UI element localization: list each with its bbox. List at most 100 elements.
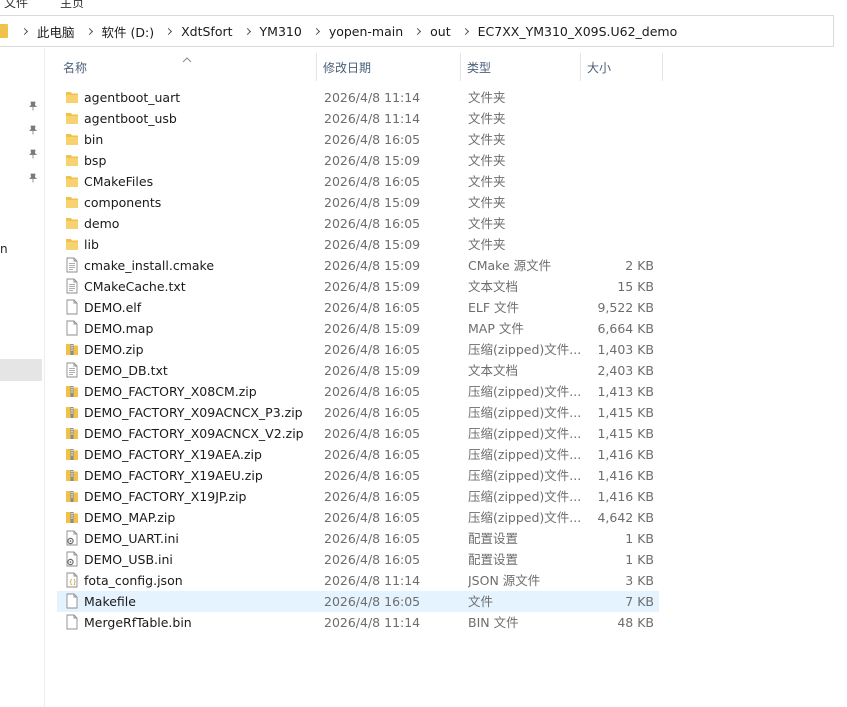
file-date: 2026/4/8 16:05 bbox=[324, 132, 421, 147]
zip-icon bbox=[65, 446, 79, 462]
file-type: 压缩(zipped)文件... bbox=[468, 342, 582, 357]
file-size: 2,403 KB bbox=[597, 363, 654, 378]
file-row[interactable]: MergeRfTable.bin 2026/4/8 11:14 BIN 文件 48 K… bbox=[57, 612, 659, 633]
file-size: 4,642 KB bbox=[597, 510, 654, 525]
file-list: agentboot_uart 2026/4/8 11:14 文件夹 agentboot… bbox=[57, 87, 659, 633]
column-type[interactable]: 类型 bbox=[461, 53, 581, 81]
file-row[interactable]: lib 2026/4/8 15:09 文件夹 bbox=[57, 234, 659, 255]
breadcrumb-item[interactable]: out bbox=[430, 24, 450, 39]
file-type: 文件夹 bbox=[468, 216, 506, 231]
file-row[interactable]: bin 2026/4/8 16:05 文件夹 bbox=[57, 129, 659, 150]
ribbon-tabs-cutoff: 文件 主页 bbox=[0, 0, 847, 8]
breadcrumb-item[interactable]: EC7XX_YM310_X09S.U62_demo bbox=[478, 24, 678, 39]
breadcrumb-item[interactable]: YM310 bbox=[260, 24, 302, 39]
column-date[interactable]: 修改日期 bbox=[317, 53, 461, 81]
file-row[interactable]: DEMO_FACTORY_X09ACNCX_P3.zip 2026/4/8 16:… bbox=[57, 402, 659, 423]
file-name: Makefile bbox=[84, 594, 136, 609]
file-row[interactable]: DEMO_DB.txt 2026/4/8 15:09 文本文档 2,403 KB bbox=[57, 360, 659, 381]
file-row[interactable]: DEMO.elf 2026/4/8 16:05 ELF 文件 9,522 KB bbox=[57, 297, 659, 318]
file-name: bin bbox=[84, 132, 104, 147]
file-size: 7 KB bbox=[625, 594, 654, 609]
file-date: 2026/4/8 15:09 bbox=[324, 363, 421, 378]
chevron-right-icon[interactable] bbox=[165, 27, 173, 35]
file-size: 9,522 KB bbox=[597, 300, 654, 315]
pin-icon[interactable] bbox=[28, 149, 38, 159]
folder-icon bbox=[65, 152, 79, 168]
ribbon-tab-file[interactable]: 文件 bbox=[4, 0, 28, 8]
blank-file-icon bbox=[65, 320, 79, 336]
breadcrumb-item[interactable]: 软件 (D:) bbox=[102, 22, 155, 41]
chevron-right-icon[interactable] bbox=[243, 27, 251, 35]
file-type: 文件夹 bbox=[468, 90, 506, 105]
file-type: 文件夹 bbox=[468, 174, 506, 189]
file-type: 压缩(zipped)文件... bbox=[468, 405, 582, 420]
ribbon-tab-home[interactable]: 主页 bbox=[60, 0, 84, 8]
file-row[interactable]: DEMO_MAP.zip 2026/4/8 16:05 压缩(zipped)文件..… bbox=[57, 507, 659, 528]
pin-icon[interactable] bbox=[28, 101, 38, 111]
breadcrumb-item[interactable]: 此电脑 bbox=[37, 22, 75, 41]
file-name: DEMO_UART.ini bbox=[84, 531, 179, 546]
file-row[interactable]: bsp 2026/4/8 15:09 文件夹 bbox=[57, 150, 659, 171]
file-name: DEMO_DB.txt bbox=[84, 363, 168, 378]
file-row[interactable]: components 2026/4/8 15:09 文件夹 bbox=[57, 192, 659, 213]
blank-file-icon bbox=[65, 593, 79, 609]
file-size: 1,413 KB bbox=[597, 384, 654, 399]
folder-icon bbox=[65, 236, 79, 252]
file-size bbox=[582, 108, 654, 129]
file-type: ELF 文件 bbox=[468, 300, 520, 315]
file-row[interactable]: demo 2026/4/8 16:05 文件夹 bbox=[57, 213, 659, 234]
file-size: 1,415 KB bbox=[597, 426, 654, 441]
file-row[interactable]: DEMO.zip 2026/4/8 16:05 压缩(zipped)文件... 1,4… bbox=[57, 339, 659, 360]
file-row[interactable]: agentboot_uart 2026/4/8 11:14 文件夹 bbox=[57, 87, 659, 108]
blank-file-icon bbox=[65, 299, 79, 315]
file-row[interactable]: cmake_install.cmake 2026/4/8 15:09 CMake 源… bbox=[57, 255, 659, 276]
pin-icon[interactable] bbox=[28, 173, 38, 183]
file-row[interactable]: agentboot_usb 2026/4/8 11:14 文件夹 bbox=[57, 108, 659, 129]
chevron-right-icon[interactable] bbox=[20, 27, 29, 35]
file-name: DEMO_FACTORY_X19JP.zip bbox=[84, 489, 247, 504]
breadcrumb-item[interactable]: yopen-main bbox=[329, 24, 403, 39]
file-date: 2026/4/8 16:05 bbox=[324, 510, 421, 525]
breadcrumb-item[interactable]: XdtSfort bbox=[181, 24, 232, 39]
file-size: 1 KB bbox=[625, 531, 654, 546]
file-date: 2026/4/8 16:05 bbox=[324, 300, 421, 315]
file-row[interactable]: CMakeCache.txt 2026/4/8 15:09 文本文档 15 KB bbox=[57, 276, 659, 297]
file-row[interactable]: DEMO_FACTORY_X09ACNCX_V2.zip 2026/4/8 16:… bbox=[57, 423, 659, 444]
file-size bbox=[582, 192, 654, 213]
column-name[interactable]: 名称 bbox=[57, 53, 317, 81]
file-date: 2026/4/8 16:05 bbox=[324, 468, 421, 483]
file-row[interactable]: DEMO_FACTORY_X19AEA.zip 2026/4/8 16:05 压缩(… bbox=[57, 444, 659, 465]
folder-icon bbox=[65, 131, 79, 147]
file-type: 文件 bbox=[468, 594, 494, 609]
file-type: 文件夹 bbox=[468, 111, 506, 126]
file-row[interactable]: CMakeFiles 2026/4/8 16:05 文件夹 bbox=[57, 171, 659, 192]
file-size: 6,664 KB bbox=[597, 321, 654, 336]
address-bar[interactable]: 此电脑 软件 (D:) XdtSfort YM310 yopen-main out EC7X… bbox=[0, 15, 834, 47]
folder-icon bbox=[0, 24, 8, 38]
pin-icon[interactable] bbox=[28, 125, 38, 135]
chevron-right-icon[interactable] bbox=[461, 27, 469, 35]
zip-icon bbox=[65, 509, 79, 525]
chevron-right-icon[interactable] bbox=[85, 27, 93, 35]
folder-icon bbox=[65, 89, 79, 105]
file-date: 2026/4/8 16:05 bbox=[324, 594, 421, 609]
column-size[interactable]: 大小 bbox=[581, 53, 663, 81]
file-row[interactable]: DEMO_FACTORY_X19AEU.zip 2026/4/8 16:05 压缩(… bbox=[57, 465, 659, 486]
nav-item-fragment[interactable]: n bbox=[0, 242, 8, 256]
file-name: DEMO_FACTORY_X08CM.zip bbox=[84, 384, 257, 399]
file-row[interactable]: Makefile 2026/4/8 16:05 文件 7 KB bbox=[57, 591, 659, 612]
chevron-right-icon[interactable] bbox=[414, 27, 422, 35]
file-row[interactable]: DEMO_USB.ini 2026/4/8 16:05 配置设置 1 KB bbox=[57, 549, 659, 570]
file-name: bsp bbox=[84, 153, 107, 168]
file-name: DEMO_USB.ini bbox=[84, 552, 173, 567]
file-row[interactable]: DEMO_FACTORY_X19JP.zip 2026/4/8 16:05 压缩(z… bbox=[57, 486, 659, 507]
file-row[interactable]: DEMO_UART.ini 2026/4/8 16:05 配置设置 1 KB bbox=[57, 528, 659, 549]
file-row[interactable]: {} fota_config.json 2026/4/8 11:14 JSON 源文件… bbox=[57, 570, 659, 591]
file-date: 2026/4/8 15:09 bbox=[324, 195, 421, 210]
file-type: BIN 文件 bbox=[468, 615, 519, 630]
file-row[interactable]: DEMO_FACTORY_X08CM.zip 2026/4/8 16:05 压缩(z… bbox=[57, 381, 659, 402]
file-row[interactable]: DEMO.map 2026/4/8 15:09 MAP 文件 6,664 KB bbox=[57, 318, 659, 339]
text-file-icon bbox=[65, 257, 79, 273]
chevron-right-icon[interactable] bbox=[312, 27, 320, 35]
nav-item-selected[interactable] bbox=[0, 359, 42, 381]
